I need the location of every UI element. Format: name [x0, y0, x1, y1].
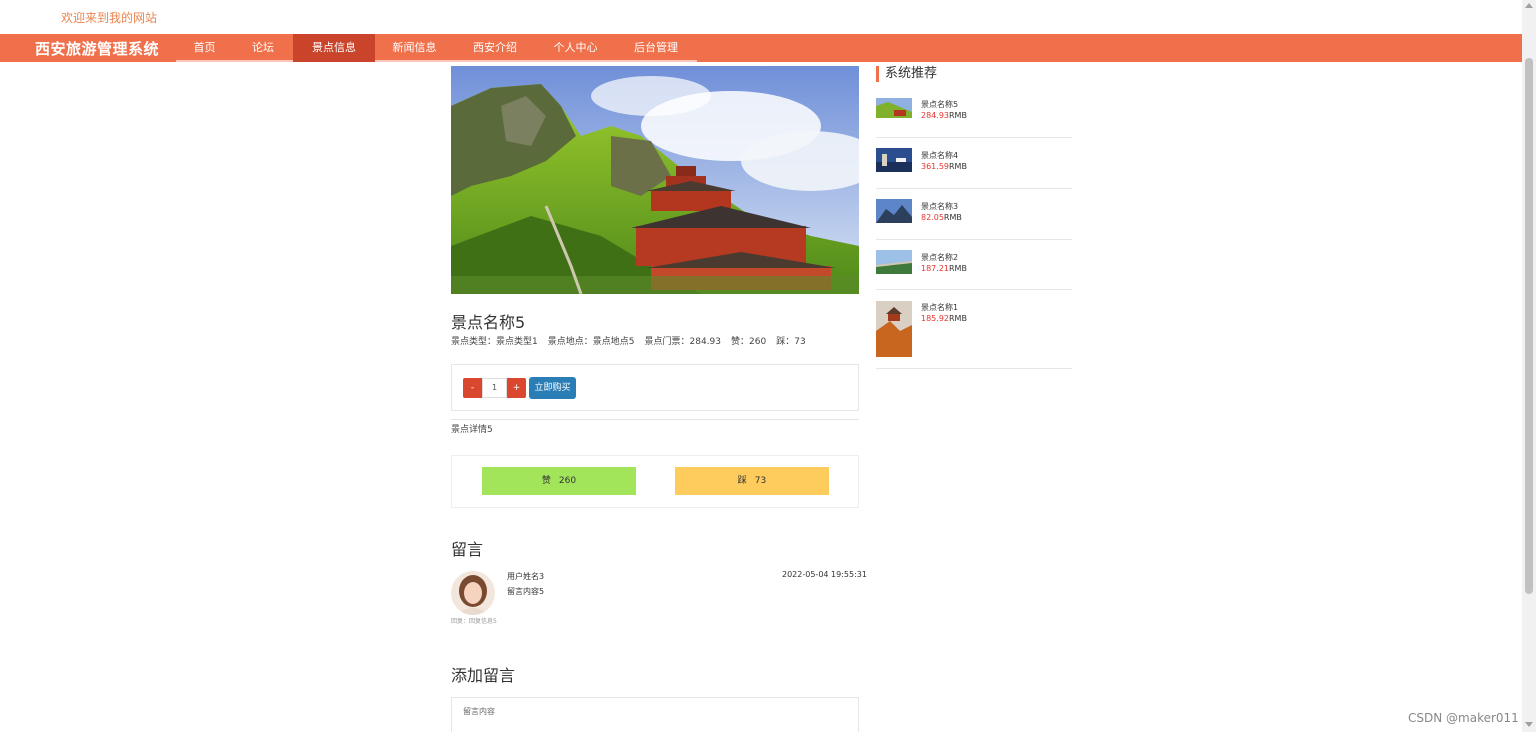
avatar — [451, 571, 495, 615]
nav-item-home[interactable]: 首页 — [176, 34, 233, 62]
scroll-up-arrow-icon[interactable] — [1525, 3, 1533, 8]
attraction-meta: 景点类型：景点类型1 景点地点：景点地点5 景点门票：284.93 赞：260 … — [451, 334, 806, 347]
recommend-item[interactable]: 景点名称3 82.05RMB — [876, 189, 1072, 240]
recommend-price: 361.59RMB — [921, 162, 967, 171]
recommend-name: 景点名称3 — [921, 202, 959, 211]
quantity-decrease-button[interactable]: - — [463, 378, 482, 398]
recommend-item[interactable]: 景点名称2 187.21RMB — [876, 240, 1072, 290]
dislike-button[interactable]: 踩 73 — [675, 467, 829, 495]
welcome-text: 欢迎来到我的网站 — [61, 11, 158, 25]
recommend-heading: 系统推荐 — [876, 66, 937, 82]
quantity-input[interactable]: 1 — [482, 378, 507, 398]
top-bar: 欢迎来到我的网站 — [0, 0, 1522, 34]
recommend-thumbnail — [876, 250, 912, 274]
comment-timestamp: 2022-05-04 19:55:31 — [782, 570, 867, 579]
scroll-thumb[interactable] — [1525, 58, 1533, 594]
recommend-name: 景点名称2 — [921, 253, 959, 262]
attraction-ticket: 景点门票：284.93 — [644, 337, 722, 347]
nav-item-xian-intro[interactable]: 西安介绍 — [454, 34, 536, 62]
recommend-price: 185.92RMB — [921, 314, 967, 323]
attraction-location: 景点地点：景点地点5 — [547, 337, 635, 347]
comment-content: 留言内容5 — [507, 587, 545, 596]
buy-now-button[interactable]: 立即购买 — [529, 377, 576, 399]
quantity-increase-button[interactable]: + — [507, 378, 526, 398]
recommend-thumbnail — [876, 98, 912, 118]
attraction-main-image — [451, 66, 859, 294]
vote-panel: 赞 260 踩 73 — [451, 455, 859, 508]
attraction-type: 景点类型：景点类型1 — [451, 337, 538, 347]
recommend-item[interactable]: 景点名称4 361.59RMB — [876, 138, 1072, 189]
attraction-detail: 景点详情5 — [451, 425, 493, 435]
recommend-item[interactable]: 景点名称5 284.93RMB — [876, 90, 1072, 138]
like-button[interactable]: 赞 260 — [482, 467, 636, 495]
nav-item-admin[interactable]: 后台管理 — [615, 34, 697, 62]
comments-heading: 留言 — [451, 540, 484, 559]
comment-placeholder: 留言内容 — [463, 707, 495, 716]
recommend-name: 景点名称5 — [921, 100, 959, 109]
divider — [451, 419, 859, 420]
nav-item-user-center[interactable]: 个人中心 — [536, 34, 615, 62]
recommend-price: 187.21RMB — [921, 264, 967, 273]
recommend-item[interactable]: 景点名称1 185.92RMB — [876, 290, 1072, 369]
watermark: CSDN @maker011 — [1408, 711, 1519, 725]
comment-textarea[interactable]: 留言内容 — [451, 697, 859, 732]
purchase-panel: - 1 + 立即购买 — [451, 364, 859, 411]
attraction-dislikes: 踩：73 — [776, 337, 806, 347]
comment-user-name: 用户姓名3 — [507, 572, 545, 581]
attraction-title: 景点名称5 — [451, 313, 526, 332]
recommend-thumbnail — [876, 148, 912, 172]
nav-menu: 首页 论坛 景点信息 新闻信息 西安介绍 个人中心 后台管理 — [176, 34, 697, 62]
nav-item-attractions[interactable]: 景点信息 — [293, 34, 375, 62]
site-brand[interactable]: 西安旅游管理系统 — [35, 38, 159, 59]
attraction-likes: 赞：260 — [731, 337, 767, 347]
page-scrollbar[interactable] — [1522, 0, 1536, 732]
recommend-price: 284.93RMB — [921, 111, 967, 120]
recommend-name: 景点名称1 — [921, 303, 959, 312]
recommend-name: 景点名称4 — [921, 151, 959, 160]
nav-item-news[interactable]: 新闻信息 — [375, 34, 454, 62]
recommend-thumbnail — [876, 199, 912, 223]
nav-bar: 西安旅游管理系统 首页 论坛 景点信息 新闻信息 西安介绍 个人中心 后台管理 — [0, 34, 1522, 62]
nav-item-forum[interactable]: 论坛 — [233, 34, 293, 62]
recommend-price: 82.05RMB — [921, 213, 962, 222]
comment-reply: 回复：回复信息5 — [451, 618, 497, 625]
add-comment-heading: 添加留言 — [451, 666, 516, 685]
scroll-down-arrow-icon[interactable] — [1525, 722, 1533, 727]
recommend-thumbnail — [876, 301, 912, 357]
